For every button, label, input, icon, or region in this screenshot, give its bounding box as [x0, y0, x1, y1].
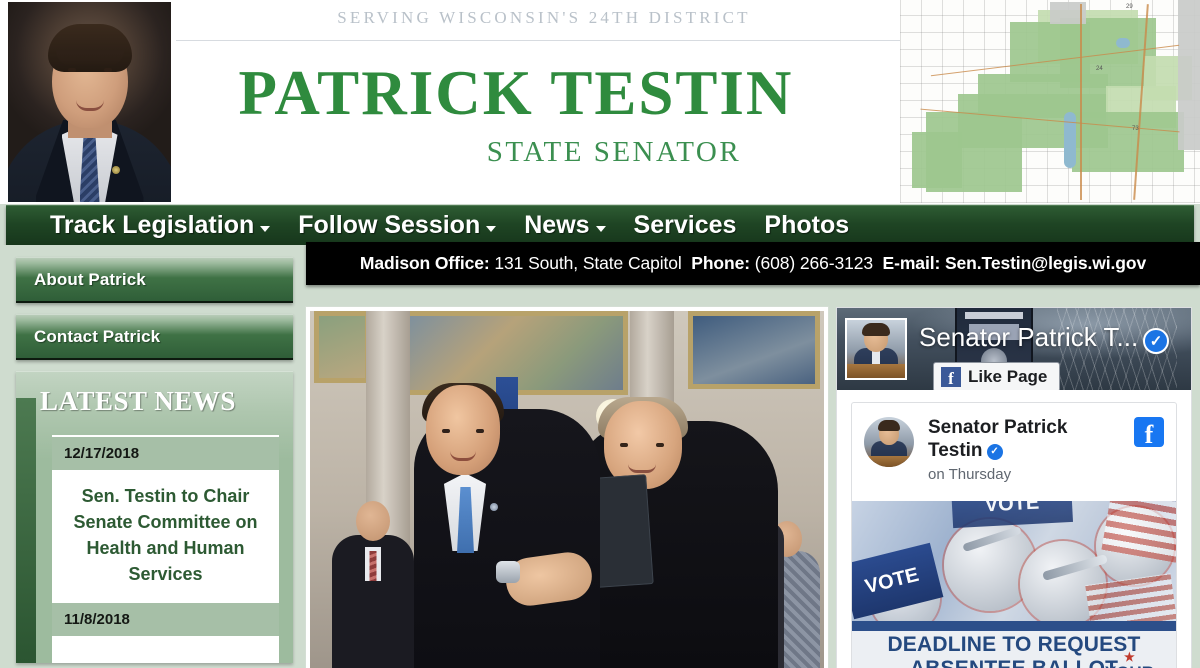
nav-item-services[interactable]: Services: [620, 211, 751, 240]
madison-office-value: 131 South, State Capitol: [494, 253, 682, 273]
facebook-page-name: Senator Patrick T...: [919, 322, 1139, 352]
nav-label: Photos: [764, 211, 850, 239]
logo-text: YOUR: [1105, 663, 1154, 668]
chevron-down-icon: [595, 225, 606, 232]
email-label: E-mail:: [882, 253, 941, 273]
like-page-label: Like Page: [968, 367, 1048, 386]
news-item-date: 12/17/2018: [52, 435, 279, 470]
post-timestamp: on Thursday: [928, 465, 1012, 483]
facebook-logo-icon: f: [941, 367, 961, 387]
nav-label: News: [524, 211, 590, 239]
news-item-date: 11/8/2018: [52, 601, 279, 637]
chevron-down-icon: [486, 225, 497, 232]
left-sidebar: About Patrick Contact Patrick LATEST NEW…: [16, 257, 293, 664]
latest-news-title: LATEST NEWS: [40, 386, 236, 416]
vote-badge: VOTE: [950, 500, 1074, 528]
nav-item-track-legislation[interactable]: Track Legislation: [36, 211, 284, 240]
sidebar-item-contact-patrick[interactable]: Contact Patrick: [16, 314, 293, 360]
facebook-page-avatar: [845, 318, 907, 380]
latest-news-panel: LATEST NEWS 12/17/2018 Sen. Testin to Ch…: [16, 371, 293, 664]
latest-news-list: 12/17/2018 Sen. Testin to Chair Senate C…: [52, 435, 279, 664]
senator-portrait-photo: [8, 2, 171, 202]
contact-info-bar: Madison Office: 131 South, State Capitol…: [306, 242, 1200, 285]
nav-item-photos[interactable]: Photos: [750, 211, 863, 240]
facebook-post: Senator Patrick Testin ✓ on Thursday f VO…: [851, 402, 1177, 668]
nav-label: Track Legislation: [50, 211, 255, 239]
nav-label: Services: [633, 211, 737, 239]
phone-value: (608) 266-3123: [754, 253, 874, 273]
facebook-cover-photo: Senator Patrick T... ✓ f Like Page: [837, 308, 1191, 390]
phone-label: Phone:: [691, 253, 750, 273]
site-masthead: SERVING WISCONSIN'S 24TH DISTRICT PATRIC…: [0, 0, 1200, 204]
verified-badge-icon: ✓: [1143, 328, 1169, 354]
nav-label: Follow Session: [298, 211, 481, 239]
nav-item-news[interactable]: News: [510, 211, 619, 240]
nav-item-follow-session[interactable]: Follow Session: [284, 211, 510, 240]
facebook-logo-icon: f: [1134, 417, 1164, 448]
email-link[interactable]: Sen.Testin@legis.wi.gov: [945, 253, 1146, 274]
your-vote-logo: ★ YOUR: [1105, 651, 1154, 668]
sidebar-item-label: Contact Patrick: [34, 326, 161, 346]
like-page-button[interactable]: f Like Page: [933, 362, 1061, 390]
absentee-ballot-photo: VOTE VOTE: [852, 500, 1176, 621]
news-item-headline[interactable]: [52, 636, 279, 664]
star-icon: ★: [1124, 649, 1135, 664]
madison-office-label: Madison Office:: [359, 253, 490, 273]
verified-badge-icon: ✓: [986, 443, 1003, 460]
district-tagline: SERVING WISCONSIN'S 24TH DISTRICT: [337, 8, 751, 27]
facebook-page-widget: Senator Patrick T... ✓ f Like Page Senat…: [836, 307, 1192, 668]
news-item-headline[interactable]: Sen. Testin to Chair Senate Committee on…: [52, 470, 279, 602]
post-author-name[interactable]: Senator Patrick Testin ✓: [928, 417, 1078, 463]
page-root: SERVING WISCONSIN'S 24TH DISTRICT PATRIC…: [0, 0, 1200, 668]
sidebar-item-label: About Patrick: [34, 269, 146, 289]
post-attached-image[interactable]: VOTE VOTE DEADLINE TO REQUEST ABSENTEE: [852, 500, 1176, 668]
chevron-down-icon: [260, 225, 271, 232]
hero-photo[interactable]: [306, 307, 828, 668]
post-author-avatar: [864, 417, 914, 467]
main-navigation[interactable]: Track Legislation Follow Session News Se…: [6, 205, 1194, 245]
sidebar-item-about-patrick[interactable]: About Patrick: [16, 257, 293, 303]
district-map-image: 24 73 29: [900, 0, 1200, 203]
senator-name-title: PATRICK TESTIN: [238, 58, 794, 128]
masthead-divider: [176, 40, 912, 41]
page-content: About Patrick Contact Patrick LATEST NEW…: [0, 242, 1200, 668]
